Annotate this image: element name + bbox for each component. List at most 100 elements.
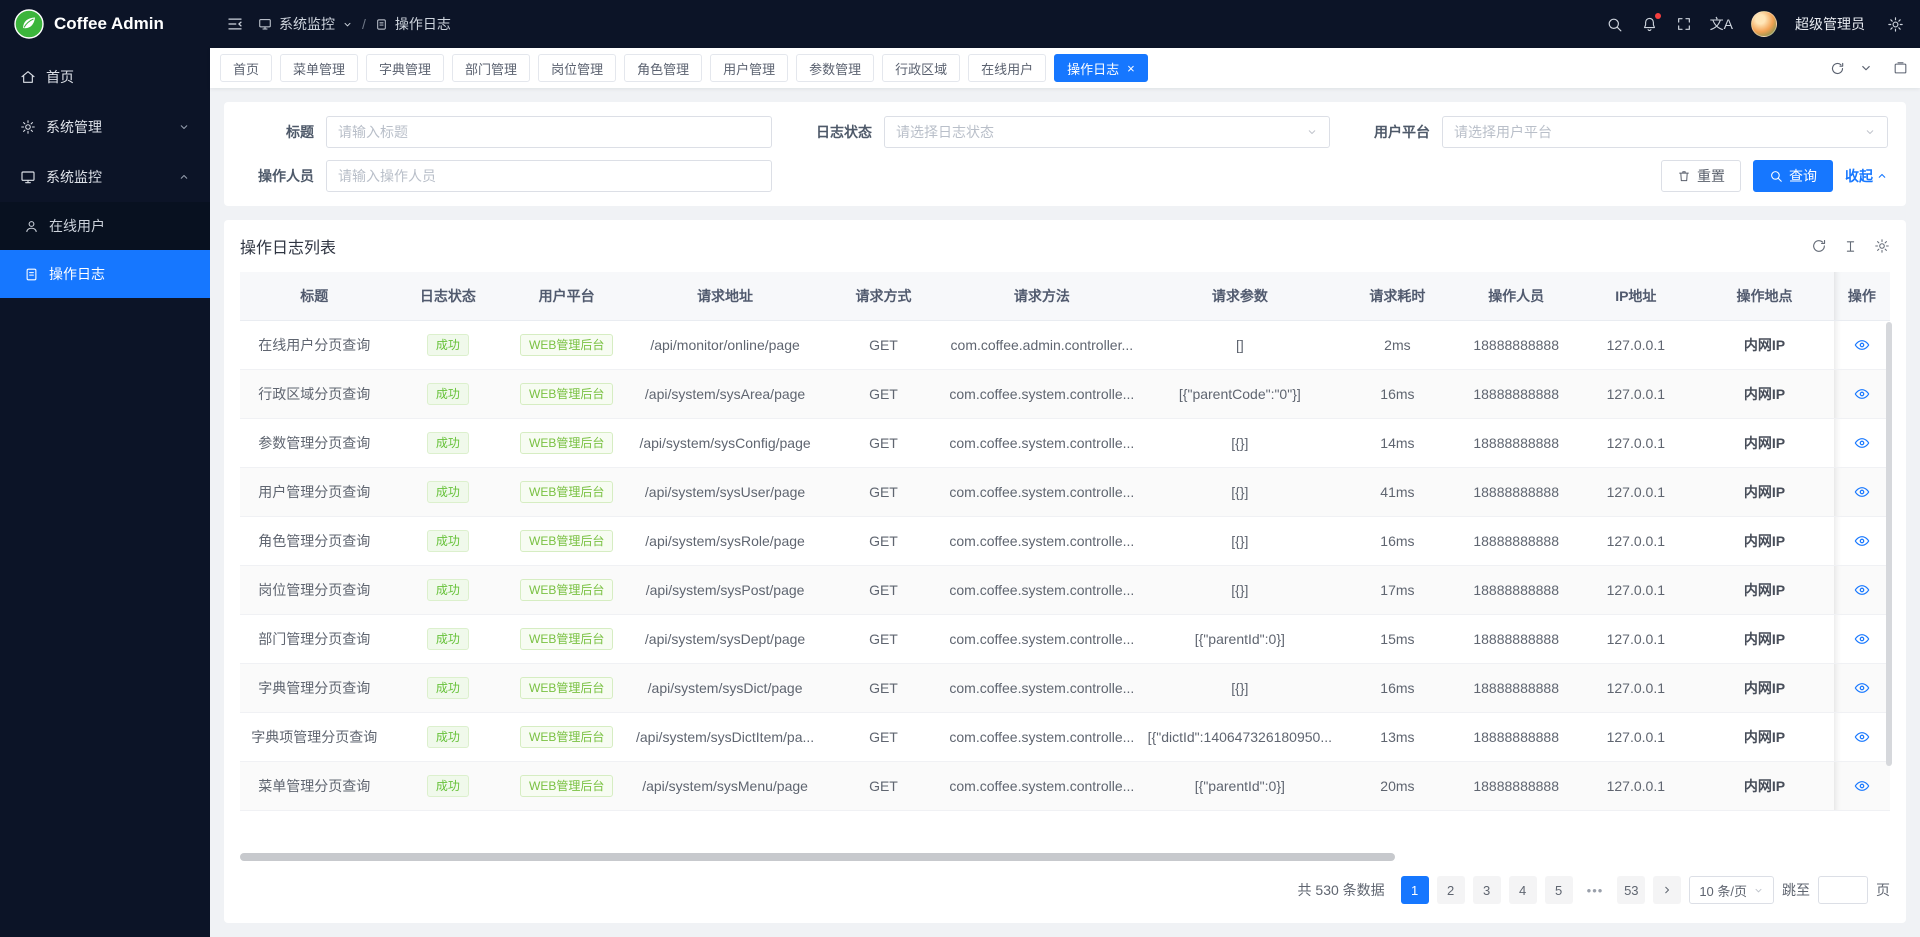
card-title: 操作日志列表 [240, 234, 336, 258]
view-detail-icon[interactable] [1854, 729, 1870, 745]
app-logo[interactable]: Coffee Admin [0, 0, 210, 48]
tab-close-icon[interactable]: × [1127, 62, 1135, 75]
operator-input[interactable] [338, 168, 760, 184]
view-detail-icon[interactable] [1854, 533, 1870, 549]
cell-ip: 127.0.0.1 [1576, 663, 1695, 712]
tab-item[interactable]: 首页 [220, 54, 272, 82]
settings-gear-icon[interactable] [1887, 16, 1904, 33]
tab-options-chevron-icon[interactable] [1859, 61, 1873, 75]
horizontal-scrollbar-thumb[interactable] [240, 853, 1395, 861]
cell-location: 内网IP [1695, 663, 1834, 712]
cell-request-method: GET [824, 418, 943, 467]
notification-bell-icon[interactable] [1641, 16, 1658, 33]
tab-item[interactable]: 行政区域 [882, 54, 960, 82]
cell-ip: 127.0.0.1 [1576, 614, 1695, 663]
page-button[interactable]: 2 [1437, 876, 1465, 904]
page-button[interactable]: 5 [1545, 876, 1573, 904]
view-detail-icon[interactable] [1854, 631, 1870, 647]
row-density-icon[interactable] [1843, 239, 1858, 254]
content-fullscreen-icon[interactable] [1893, 61, 1908, 76]
status-tag: 成功 [427, 775, 469, 797]
tab-item[interactable]: 用户管理 [710, 54, 788, 82]
page-button[interactable]: 53 [1617, 876, 1645, 904]
sidebar-item-home[interactable]: 首页 [0, 52, 210, 102]
page-button[interactable]: 1 [1401, 876, 1429, 904]
view-detail-icon[interactable] [1854, 582, 1870, 598]
view-detail-icon[interactable] [1854, 484, 1870, 500]
status-tag: 成功 [427, 432, 469, 454]
field-user-platform: 用户平台 请选择用户平台 [1358, 116, 1888, 148]
vertical-scrollbar-thumb[interactable] [1886, 322, 1892, 766]
query-button[interactable]: 查询 [1753, 160, 1833, 192]
cell-operator: 18888888888 [1456, 712, 1576, 761]
next-page-button[interactable] [1653, 876, 1681, 904]
horizontal-scrollbar[interactable] [240, 853, 1890, 861]
cell-status: 成功 [388, 663, 507, 712]
current-user-name[interactable]: 超级管理员 [1795, 14, 1865, 34]
menu-fold-icon[interactable] [226, 15, 244, 33]
cell-actions [1834, 369, 1890, 418]
page-size-select[interactable]: 10 条/页 [1689, 876, 1774, 904]
log-icon [375, 18, 388, 31]
user-platform-placeholder: 请选择用户平台 [1454, 122, 1858, 142]
cell-location: 内网IP [1695, 320, 1834, 369]
collapse-filter-link[interactable]: 收起 [1845, 166, 1888, 186]
cell-actions [1834, 663, 1890, 712]
page-button[interactable]: 4 [1509, 876, 1537, 904]
cell-status: 成功 [388, 516, 507, 565]
sidebar-item-label: 系统管理 [46, 117, 102, 137]
sidebar-item-operation-log[interactable]: 操作日志 [0, 250, 210, 298]
refresh-tab-icon[interactable] [1830, 61, 1845, 76]
title-input[interactable] [338, 124, 760, 140]
reset-button[interactable]: 重置 [1661, 160, 1741, 192]
sidebar-menu: 首页 系统管理 系统监控 在线用户 [0, 48, 210, 937]
sidebar-item-system-monitor[interactable]: 系统监控 [0, 152, 210, 202]
fullscreen-icon[interactable] [1676, 16, 1692, 32]
cell-operator: 18888888888 [1456, 516, 1576, 565]
log-status-select[interactable]: 请选择日志状态 [884, 116, 1330, 148]
cell-request-method: GET [824, 761, 943, 810]
tab-item[interactable]: 操作日志× [1054, 54, 1148, 82]
search-icon[interactable] [1606, 16, 1623, 33]
tab-label: 行政区域 [895, 59, 947, 78]
avatar[interactable] [1751, 11, 1777, 37]
page-button[interactable]: 3 [1473, 876, 1501, 904]
column-settings-gear-icon[interactable] [1874, 238, 1890, 254]
tab-item[interactable]: 岗位管理 [538, 54, 616, 82]
view-detail-icon[interactable] [1854, 435, 1870, 451]
user-platform-select[interactable]: 请选择用户平台 [1442, 116, 1888, 148]
tab-label: 角色管理 [637, 59, 689, 78]
vertical-scrollbar[interactable] [1886, 322, 1892, 805]
chevron-right-icon [1661, 884, 1673, 896]
cell-title: 字典项管理分页查询 [240, 712, 388, 761]
refresh-table-icon[interactable] [1811, 238, 1827, 254]
view-detail-icon[interactable] [1854, 778, 1870, 794]
tab-item[interactable]: 在线用户 [968, 54, 1046, 82]
cell-request-function: com.coffee.system.controlle... [943, 369, 1141, 418]
location-text: 内网IP [1744, 582, 1785, 598]
translate-icon[interactable]: 文A [1710, 14, 1733, 34]
view-detail-icon[interactable] [1854, 680, 1870, 696]
pagination-pages: 12345•••53 [1401, 876, 1646, 904]
sidebar-item-online-users[interactable]: 在线用户 [0, 202, 210, 250]
view-detail-icon[interactable] [1854, 386, 1870, 402]
tab-item[interactable]: 字典管理 [366, 54, 444, 82]
app-title: Coffee Admin [54, 14, 164, 34]
cell-duration: 16ms [1339, 663, 1456, 712]
home-icon [20, 69, 36, 85]
sidebar-item-system-management[interactable]: 系统管理 [0, 102, 210, 152]
breadcrumb-parent[interactable]: 系统监控 [279, 14, 335, 34]
tab-item[interactable]: 菜单管理 [280, 54, 358, 82]
reset-button-label: 重置 [1697, 166, 1725, 186]
cell-request-method: GET [824, 614, 943, 663]
tab-item[interactable]: 角色管理 [624, 54, 702, 82]
chevron-down-icon[interactable] [342, 19, 353, 30]
card-tools [1811, 238, 1890, 254]
view-detail-icon[interactable] [1854, 337, 1870, 353]
tab-item[interactable]: 部门管理 [452, 54, 530, 82]
jump-page-input[interactable] [1818, 876, 1868, 904]
tab-item[interactable]: 参数管理 [796, 54, 874, 82]
logo-icon [14, 9, 44, 39]
status-tag: 成功 [427, 530, 469, 552]
cell-title: 行政区域分页查询 [240, 369, 388, 418]
